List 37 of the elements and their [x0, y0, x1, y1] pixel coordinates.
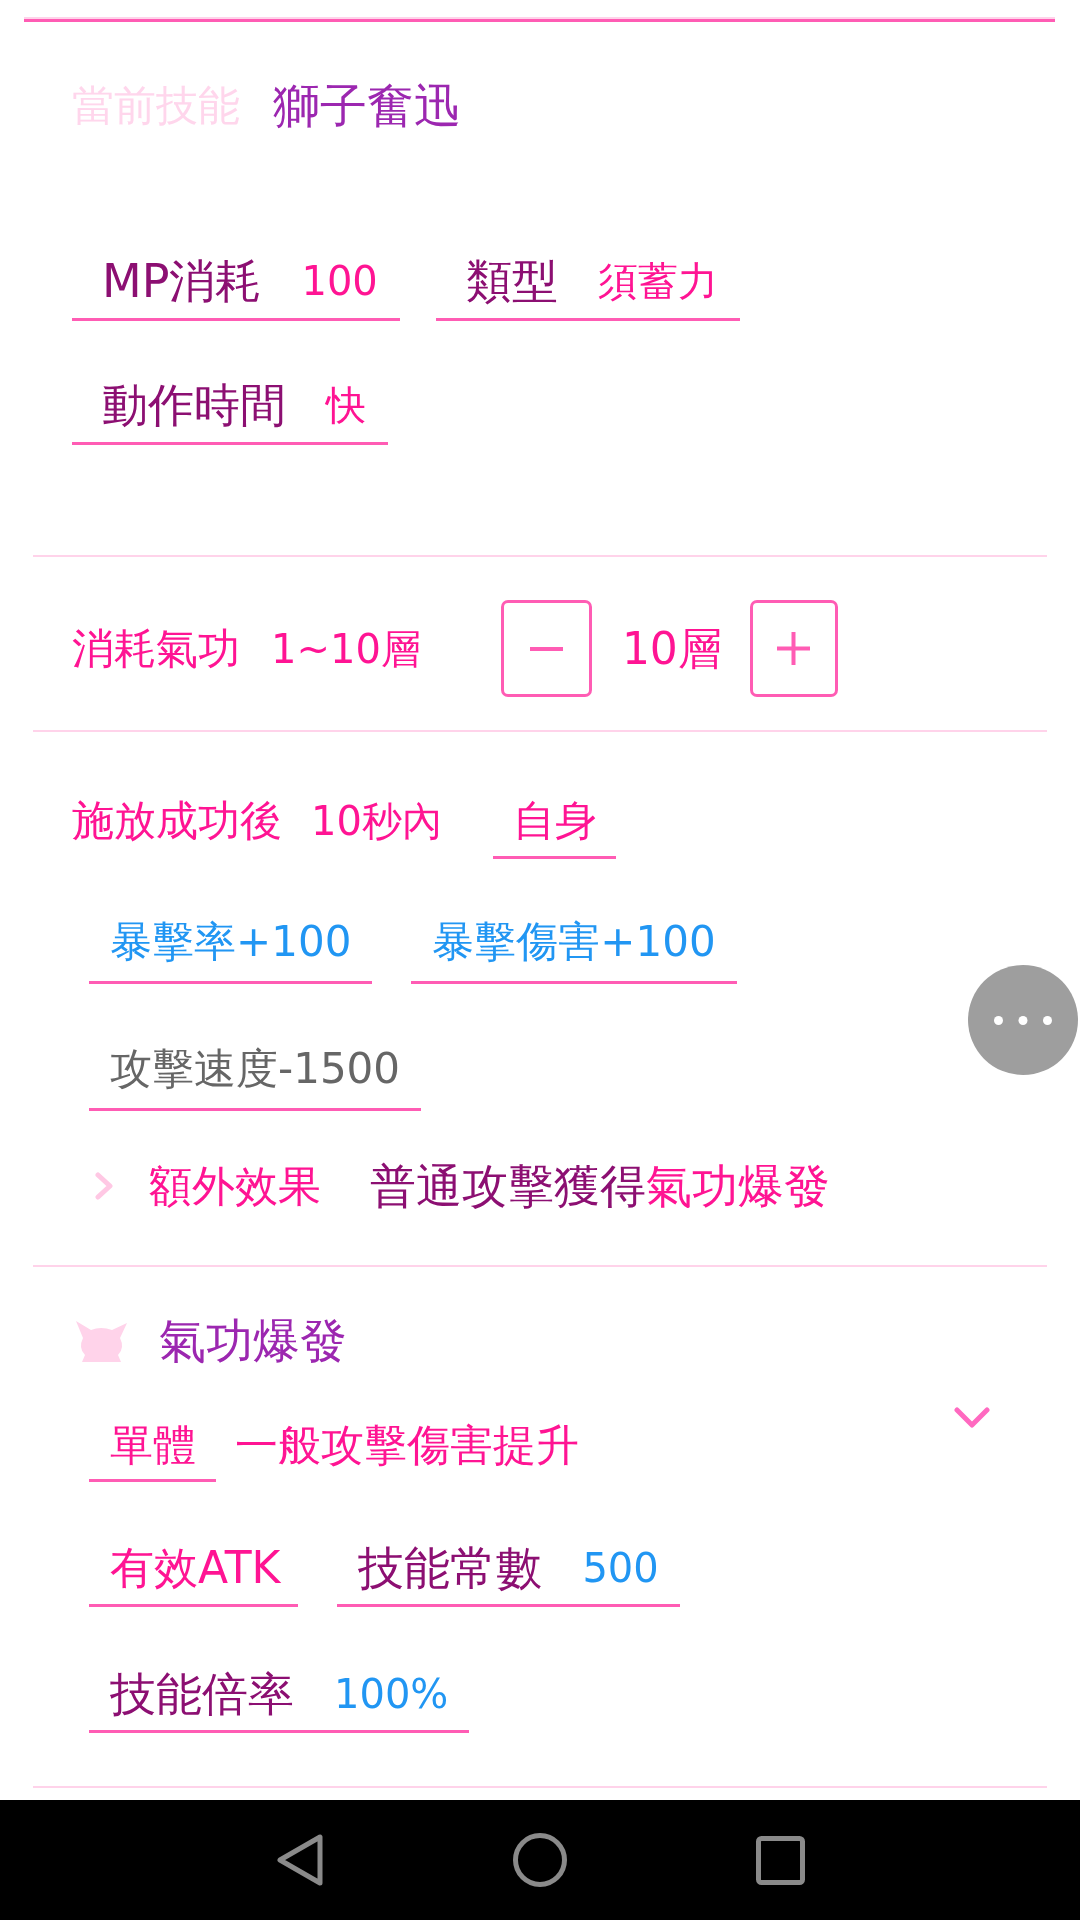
minus-icon: [529, 646, 563, 651]
stat-value: 100: [301, 257, 378, 306]
param-label: 技能常數: [358, 1543, 543, 1593]
target-item: 單體: [89, 1420, 216, 1482]
buff-item: 暴擊率+100: [89, 917, 373, 984]
plus-icon: [777, 632, 811, 665]
qigong-range: 1~10層: [271, 624, 421, 674]
effect-description: 一般攻擊傷害提升: [235, 1420, 579, 1470]
stepper-value: 10層: [621, 623, 722, 674]
stat-label: 動作時間: [102, 380, 286, 430]
buff-item: 暴擊傷害+100: [411, 917, 737, 984]
skill-name: 獅子奮迅: [273, 81, 461, 131]
dots-icon: [994, 1015, 1052, 1025]
qigong-cost-label: 消耗氣功: [72, 623, 240, 674]
cast-condition-label: 施放成功後: [72, 796, 282, 846]
extra-effect-label: 額外效果: [149, 1161, 321, 1211]
stat-value: 快: [326, 381, 366, 430]
increment-button[interactable]: [749, 600, 838, 697]
param-item: 有效ATK: [89, 1543, 299, 1607]
decrement-button[interactable]: [500, 600, 592, 697]
param-value: 500: [582, 1544, 659, 1593]
stat-value: 須蓄力: [597, 257, 718, 306]
duration-text: 10秒內: [311, 797, 442, 846]
stat-label: 類型: [465, 256, 558, 306]
animal-icon: [76, 1320, 127, 1362]
home-icon[interactable]: [512, 1833, 567, 1887]
back-icon[interactable]: [275, 1833, 324, 1887]
stat-label: MP消耗: [102, 256, 262, 306]
effect-title: 氣功爆發: [159, 1316, 347, 1366]
target-item: 自身: [492, 796, 616, 859]
recent-apps-icon[interactable]: [755, 1835, 805, 1885]
chevron-right-icon: [95, 1172, 114, 1200]
chevron-down-icon[interactable]: [954, 1407, 990, 1429]
param-value: 100%: [334, 1670, 449, 1719]
param-label: 技能倍率: [110, 1669, 294, 1719]
extra-effect-text: 普通攻擊獲得氣功爆發: [370, 1161, 830, 1211]
buff-item: 攻擊速度-1500: [89, 1044, 422, 1111]
